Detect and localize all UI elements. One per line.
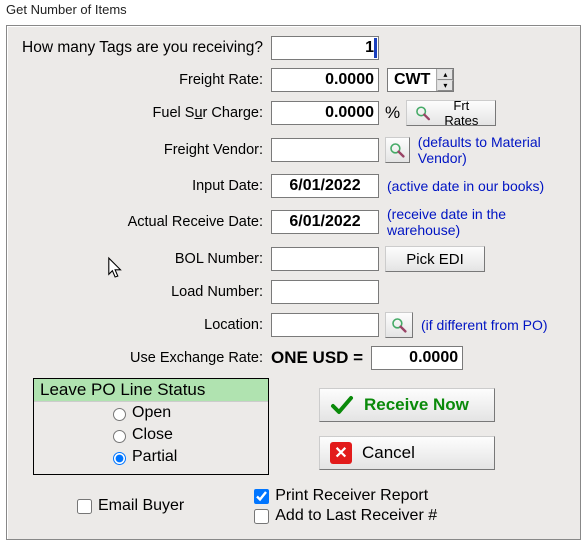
- freight-vendor-lookup-button[interactable]: [385, 137, 410, 163]
- load-number-input[interactable]: [271, 280, 379, 304]
- po-line-status-legend: Leave PO Line Status: [34, 379, 268, 402]
- checkmark-icon: [330, 393, 354, 417]
- exchange-base-text: ONE USD =: [271, 348, 363, 368]
- email-buyer-checkbox[interactable]: Email Buyer: [77, 497, 184, 515]
- status-open-radio[interactable]: Open: [34, 402, 268, 424]
- actual-receive-date-label: Actual Receive Date:: [15, 214, 271, 230]
- print-receiver-checkbox[interactable]: Print Receiver Report: [254, 487, 437, 505]
- input-date-label: Input Date:: [15, 178, 271, 194]
- status-close-radio[interactable]: Close: [34, 424, 268, 446]
- bol-number-input[interactable]: [271, 247, 379, 271]
- pick-edi-button[interactable]: Pick EDI: [385, 246, 485, 272]
- magnifier-icon: [389, 142, 405, 158]
- magnifier-icon: [415, 105, 430, 121]
- frt-rates-button[interactable]: Frt Rates: [406, 100, 496, 126]
- location-label: Location:: [15, 317, 271, 333]
- freight-rate-input[interactable]: [271, 68, 379, 92]
- tags-count-input[interactable]: [271, 36, 379, 60]
- location-input[interactable]: [271, 313, 379, 337]
- fuel-surcharge-label: Fuel Sur Charge:: [15, 105, 271, 121]
- load-number-label: Load Number:: [15, 284, 271, 300]
- main-panel: How many Tags are you receiving? Freight…: [6, 25, 581, 540]
- freight-vendor-hint: (defaults to Material Vendor): [418, 134, 572, 166]
- freight-rate-label: Freight Rate:: [15, 72, 271, 88]
- freight-vendor-input[interactable]: [271, 138, 379, 162]
- actual-receive-date-hint: (receive date in the warehouse): [387, 206, 572, 238]
- freight-unit-value: CWT: [388, 69, 436, 91]
- po-line-status-group: Leave PO Line Status Open Close Partial: [33, 378, 269, 475]
- tags-prompt-label: How many Tags are you receiving?: [15, 39, 271, 57]
- input-date-hint: (active date in our books): [387, 178, 544, 194]
- cancel-button[interactable]: ✕ Cancel: [319, 436, 495, 470]
- cancel-x-icon: ✕: [330, 442, 352, 464]
- freight-unit-down[interactable]: ▾: [437, 80, 453, 91]
- location-lookup-button[interactable]: [385, 312, 413, 338]
- fuel-surcharge-input[interactable]: [271, 101, 379, 125]
- input-date-input[interactable]: [271, 174, 379, 198]
- status-partial-radio[interactable]: Partial: [34, 446, 268, 468]
- window-title: Get Number of Items: [0, 0, 587, 21]
- receive-now-button[interactable]: Receive Now: [319, 388, 495, 422]
- fuel-unit-label: %: [385, 103, 400, 123]
- freight-unit-select[interactable]: CWT ▴ ▾: [387, 68, 454, 92]
- exchange-rate-input[interactable]: [371, 346, 463, 370]
- magnifier-icon: [391, 317, 407, 333]
- exchange-rate-label: Use Exchange Rate:: [15, 350, 271, 366]
- actual-receive-date-input[interactable]: [271, 210, 379, 234]
- bol-number-label: BOL Number:: [15, 251, 271, 267]
- freight-unit-up[interactable]: ▴: [437, 69, 453, 80]
- add-to-last-receiver-checkbox[interactable]: Add to Last Receiver #: [254, 507, 437, 525]
- freight-vendor-label: Freight Vendor:: [15, 142, 271, 158]
- location-hint: (if different from PO): [421, 317, 548, 333]
